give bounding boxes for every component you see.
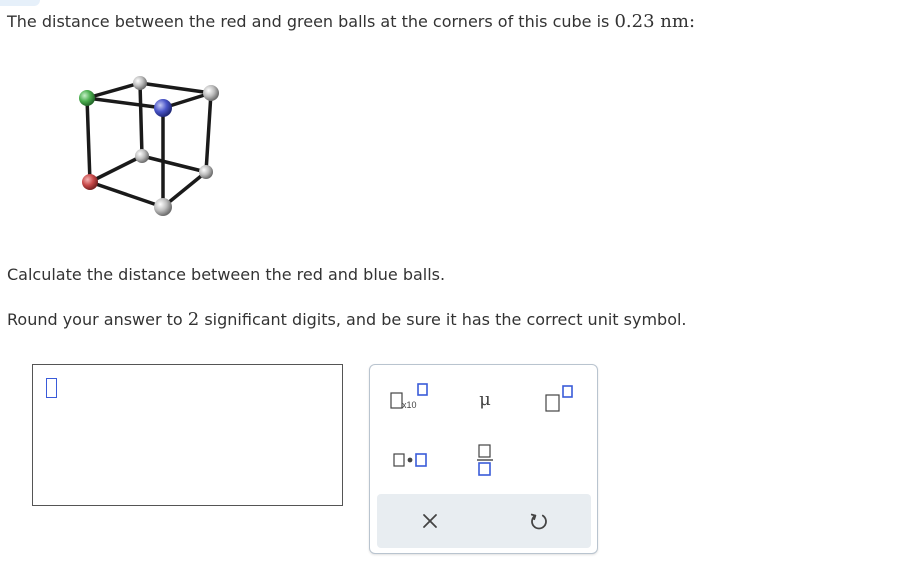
close-icon (423, 514, 437, 528)
answer-placeholder-slot[interactable] (46, 378, 57, 398)
top-right-ball (203, 85, 219, 101)
distance-unit: nm (660, 11, 689, 32)
question-line1-colon: : (688, 11, 696, 32)
superscript-button[interactable] (540, 380, 580, 418)
undo-button[interactable] (519, 504, 559, 538)
cube-edges (85, 81, 213, 209)
multiply-dot-button[interactable] (386, 443, 432, 477)
fraction-icon (477, 444, 493, 476)
rounding-text-b: significant digits, and be sure it has t… (199, 310, 687, 329)
question-line1-text: The distance between the red and green b… (7, 12, 615, 31)
answer-input[interactable] (32, 364, 343, 506)
distance-value: 0.23 (614, 11, 655, 32)
micro-prefix-button[interactable]: μ (468, 382, 502, 416)
question-text: The distance between the red and green b… (7, 12, 695, 32)
x10-icon: x10 (390, 383, 428, 410)
undo-icon (530, 513, 547, 530)
scientific-notation-button[interactable]: x10 (384, 380, 430, 414)
rounding-text-a: Round your answer to (7, 310, 188, 329)
palette-footer (377, 494, 591, 548)
significant-digits-value: 2 (187, 309, 200, 330)
front-bottom-ball (154, 198, 172, 216)
back-bottom-ball (135, 149, 149, 163)
instruction-text: Calculate the distance between the red a… (7, 265, 446, 284)
red-ball (82, 174, 98, 190)
dot-product-icon (393, 453, 427, 467)
cube-diagram (79, 76, 219, 216)
corner-tab (0, 0, 40, 6)
green-ball (79, 90, 95, 106)
back-top-ball (133, 76, 147, 90)
rounding-instruction: Round your answer to 2 significant digit… (7, 310, 687, 330)
superscript-icon (545, 385, 573, 412)
fraction-button[interactable] (468, 439, 502, 481)
right-bottom-ball (199, 165, 213, 179)
mu-label: μ (479, 388, 491, 410)
blue-ball (154, 99, 172, 117)
page: The distance between the red and green b… (0, 0, 901, 587)
svg-text:x10: x10 (402, 400, 417, 410)
clear-button[interactable] (410, 504, 450, 538)
math-palette: x10 μ (369, 364, 598, 554)
